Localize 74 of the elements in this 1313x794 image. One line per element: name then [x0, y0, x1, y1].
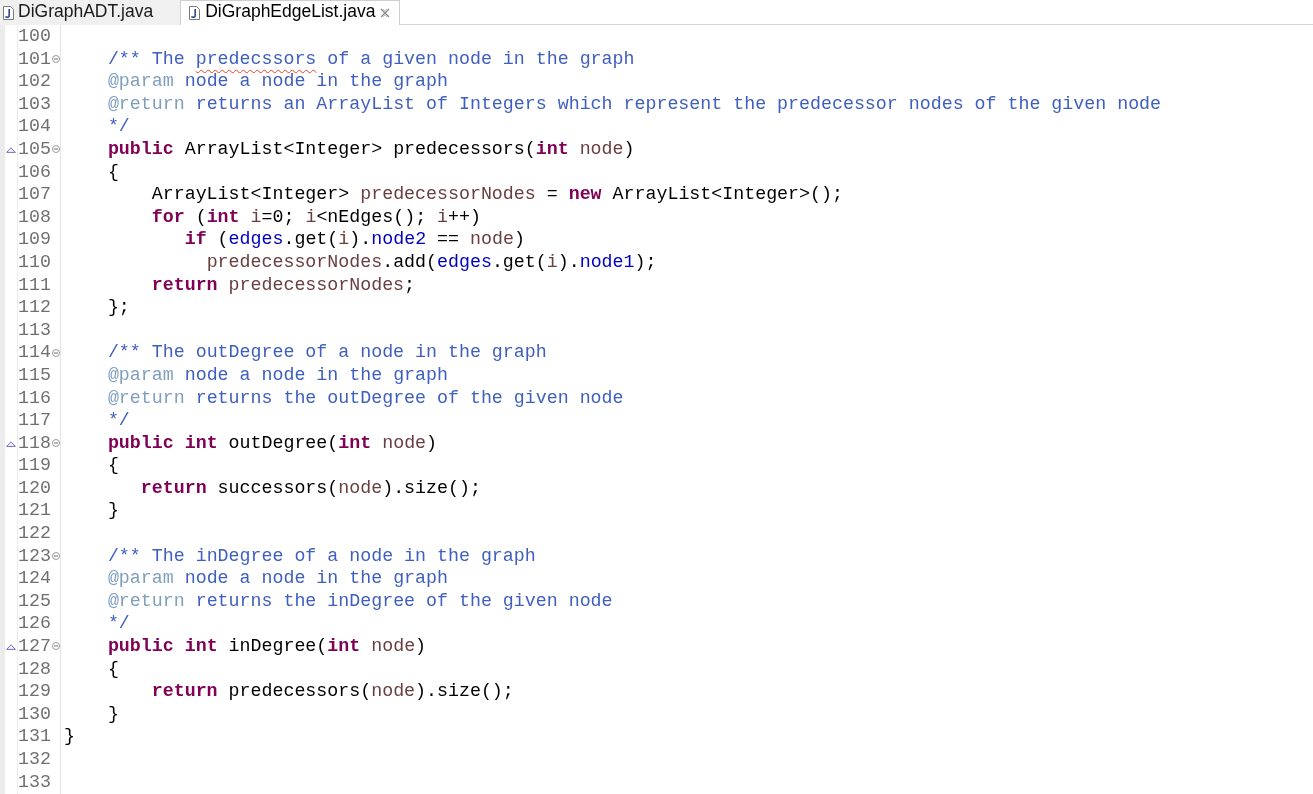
code-line: @return returns an ArrayList of Integers which represent the predecessor nodes of the given node: [107, 92, 1162, 116]
line-number: 111: [18, 273, 51, 297]
line-number: 102: [18, 70, 51, 93]
code-line: };: [107, 296, 130, 319]
code-line: @return returns the outDegree of the given node: [107, 386, 624, 410]
code-line: return predecessors(node).size();: [151, 680, 514, 703]
line-number: 125: [18, 589, 51, 613]
code-line: */: [107, 115, 130, 138]
java-file-icon: [189, 6, 201, 20]
line-number: 104: [18, 115, 51, 138]
line-number: 122: [18, 522, 51, 545]
collapse-icon[interactable]: [52, 145, 60, 154]
code-line: */: [107, 409, 130, 432]
line-number: 103: [18, 92, 51, 116]
line-number: 133: [18, 770, 51, 794]
line-number: 100: [18, 25, 51, 48]
line-number: 130: [18, 702, 51, 726]
editor-tab[interactable]: DiGraphEdgeList.java: [180, 0, 401, 25]
code-line: return successors(node).size();: [140, 476, 481, 500]
collapse-icon[interactable]: [52, 439, 60, 447]
collapse-icon[interactable]: [52, 348, 60, 357]
line-number: 112: [18, 296, 51, 319]
line-number: 118: [18, 431, 51, 455]
line-number: 114: [18, 341, 51, 364]
code-line: @return returns the inDegree of the given node: [107, 589, 613, 613]
line-number: 126: [18, 612, 51, 636]
line-number: 110: [18, 250, 51, 274]
line-number: 127: [18, 635, 51, 658]
line-number: 132: [18, 748, 51, 771]
code-line: }: [64, 725, 75, 748]
line-number: 121: [18, 499, 51, 523]
line-number: 124: [18, 567, 51, 590]
line-number: 105: [18, 137, 51, 161]
code-line: ArrayList<Integer> predecessorNodes = new ArrayList<Integer>();: [151, 183, 843, 206]
line-number: 117: [18, 409, 51, 432]
code-line: if (edges.get(i).node2 == node): [184, 228, 525, 251]
line-number: 123: [18, 544, 51, 568]
line-number: 107: [18, 183, 51, 206]
code-line: }: [107, 702, 119, 726]
code-line: public int inDegree(int node): [107, 635, 427, 658]
code-line: @param node a node in the graph: [107, 567, 448, 590]
java-file-icon: [3, 5, 14, 20]
code-line: {: [107, 657, 119, 681]
code-line: }: [107, 499, 119, 523]
code-line: public ArrayList<Integer> predecessors(int node): [107, 137, 635, 161]
editor-tab[interactable]: DiGraphADT.java: [0, 0, 181, 25]
code-line: @param node a node in the graph: [107, 363, 448, 387]
code-line: {: [107, 160, 119, 184]
line-number: 113: [18, 318, 51, 342]
line-number: 128: [18, 657, 51, 681]
line-number: 116: [18, 386, 51, 410]
code-line: for (int i=0; i<nEdges(); i++): [151, 205, 481, 229]
code-line: return predecessorNodes;: [151, 273, 416, 297]
code-line: /** The outDegree of a node in the graph: [107, 341, 547, 364]
code-line: predecessorNodes.add(edges.get(i).node1);: [206, 250, 657, 274]
collapse-icon[interactable]: [52, 551, 60, 560]
line-number: 120: [18, 476, 51, 500]
code-line: /** The predecssors of a given node in the graph: [107, 47, 635, 71]
collapse-icon[interactable]: [52, 642, 60, 651]
line-number: 109: [18, 228, 51, 251]
line-number: 101: [18, 47, 51, 71]
code-line: */: [107, 612, 130, 636]
code-line: @param node a node in the graph: [107, 70, 448, 93]
line-number: 106: [18, 160, 51, 184]
close-icon[interactable]: [380, 8, 391, 18]
code-line: public int outDegree(int node): [107, 431, 438, 455]
line-number: 115: [18, 363, 51, 387]
line-number: 119: [18, 454, 51, 477]
code-line: /** The inDegree of a node in the graph: [107, 544, 536, 568]
line-number: 129: [18, 680, 51, 703]
line-number: 108: [18, 205, 51, 229]
collapse-icon[interactable]: [52, 54, 60, 63]
line-number: 131: [18, 725, 51, 748]
code-line: {: [107, 454, 119, 477]
